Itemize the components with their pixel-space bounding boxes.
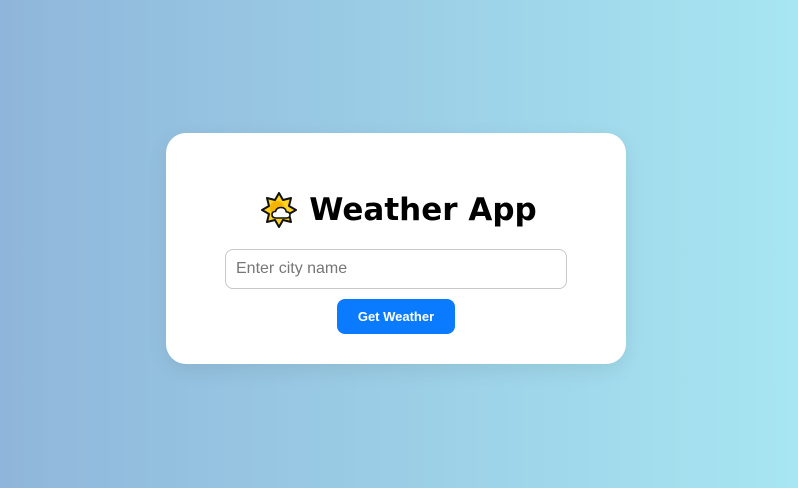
get-weather-button[interactable]: Get Weather [337, 299, 455, 334]
city-search-input[interactable] [225, 249, 567, 289]
app-header: Weather App [0, 190, 798, 230]
sun-behind-cloud-icon [261, 192, 298, 228]
app-title: Weather App [309, 192, 537, 228]
